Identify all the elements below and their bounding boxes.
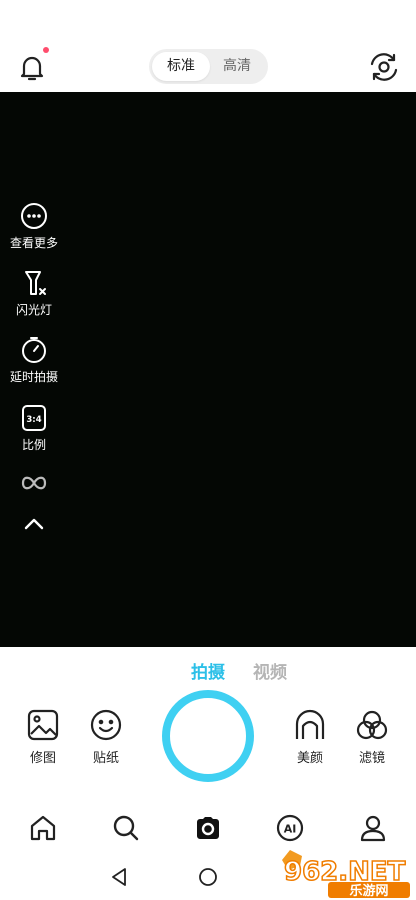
sidebar-item-flash[interactable]: 闪光灯 (0, 269, 68, 318)
sidebar-item-ratio[interactable]: 3:4 比例 (0, 404, 68, 453)
tool-sticker-button[interactable]: 贴纸 (76, 709, 136, 766)
timer-icon (22, 337, 46, 363)
home-circle-icon[interactable] (198, 867, 218, 887)
shutter-button[interactable] (162, 690, 254, 782)
site-watermark: 962.NET 乐游网 (282, 850, 410, 898)
back-icon[interactable] (109, 867, 129, 887)
camera-icon[interactable] (194, 814, 222, 842)
face-beauty-icon (295, 709, 325, 739)
home-icon[interactable] (29, 814, 57, 842)
tool-filter-button[interactable]: 滤镜 (342, 709, 402, 766)
sidebar-item-label: 延时拍摄 (9, 370, 58, 384)
more-dots-icon (21, 203, 47, 229)
watermark-text-bottom: 乐游网 (349, 883, 388, 898)
search-icon[interactable] (112, 814, 140, 842)
chevron-up-icon (24, 518, 44, 530)
flip-camera-icon[interactable] (367, 50, 401, 84)
notification-bell-icon[interactable] (16, 52, 48, 84)
sidebar-item-label: 查看更多 (9, 236, 58, 250)
aspect-ratio-badge: 3:4 (26, 415, 41, 425)
mode-tab-video[interactable]: 视频 (253, 658, 287, 683)
tool-edit-label: 修图 (29, 751, 56, 766)
flash-off-icon (25, 271, 46, 295)
quality-toggle[interactable]: 标准 高清 (149, 49, 268, 84)
ai-icon[interactable]: AI (276, 814, 304, 842)
sidebar-item-infinity[interactable] (0, 474, 68, 492)
tool-beauty-button[interactable]: 美颜 (280, 709, 340, 766)
sidebar-item-label: 闪光灯 (15, 303, 52, 317)
tool-sticker-label: 贴纸 (92, 751, 119, 766)
sidebar-item-label: 比例 (21, 438, 46, 452)
tool-edit-button[interactable]: 修图 (13, 709, 73, 766)
filter-circles-icon (356, 710, 388, 740)
top-bar: 标准 高清 (0, 0, 416, 92)
image-edit-icon (27, 709, 59, 741)
mode-tab-photo[interactable]: 拍摄 (191, 658, 225, 683)
tool-filter-label: 滤镜 (358, 751, 385, 766)
smile-sticker-icon (90, 709, 122, 741)
aspect-ratio-icon: 3:4 (22, 405, 46, 431)
tool-beauty-label: 美颜 (296, 751, 323, 766)
notification-dot (43, 47, 49, 53)
quality-option-hd[interactable]: 高清 (208, 52, 266, 81)
ai-icon-text: AI (284, 823, 297, 836)
sidebar-item-timer[interactable]: 延时拍摄 (0, 336, 68, 385)
sidebar-collapse-button[interactable] (0, 516, 68, 532)
sidebar-item-more[interactable]: 查看更多 (0, 202, 68, 251)
camera-viewfinder[interactable]: 查看更多 闪光灯 延时拍摄 3:4 比例 (0, 92, 416, 647)
profile-icon[interactable] (359, 814, 387, 842)
quality-option-standard[interactable]: 标准 (152, 52, 210, 81)
infinity-icon (21, 476, 47, 490)
